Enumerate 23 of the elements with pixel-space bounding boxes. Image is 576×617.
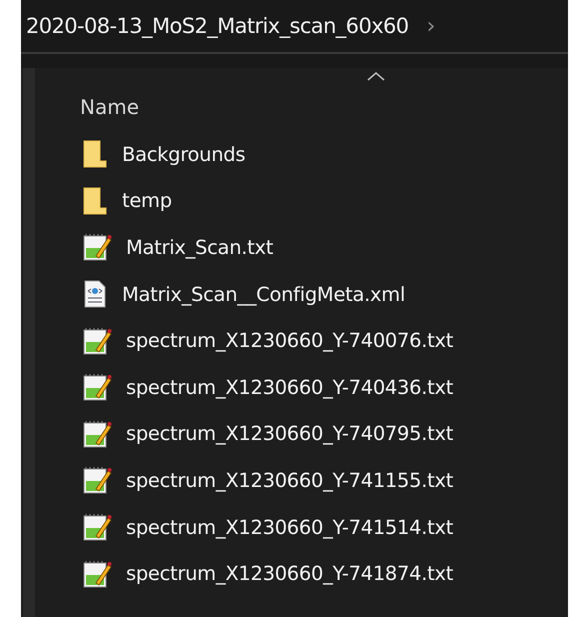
file-name[interactable]: spectrum_X1230660_Y-741514.txt [126, 516, 454, 539]
notepad-icon [82, 232, 112, 262]
file-name[interactable]: spectrum_X1230660_Y-741874.txt [126, 562, 454, 586]
folder-icon [82, 186, 108, 216]
file-name[interactable]: spectrum_X1230660_Y-741155.txt [126, 468, 454, 492]
column-header[interactable]: Name [80, 95, 140, 119]
notepad-icon [82, 558, 112, 589]
file-name[interactable]: spectrum_X1230660_Y-740795.txt [126, 422, 454, 446]
document-icon [82, 279, 108, 310]
file-name[interactable]: spectrum_X1230660_Y-740076.txt [126, 329, 454, 352]
notepad-icon [82, 418, 112, 449]
breadcrumb-folder[interactable]: 2020-08-13_MoS2_Matrix_scan_60x60 [26, 14, 409, 38]
file-name[interactable]: Matrix_Scan__ConfigMeta.xml [122, 282, 406, 306]
notepad-icon [82, 465, 112, 496]
notepad-icon [82, 512, 112, 542]
breadcrumb-separator[interactable]: › [426, 14, 436, 38]
file-name[interactable]: Matrix_Scan.txt [126, 236, 274, 259]
notepad-icon [82, 372, 112, 402]
file-name[interactable]: Backgrounds [122, 142, 246, 166]
notepad-icon [82, 326, 112, 356]
folder-icon [82, 139, 108, 170]
file-name[interactable]: temp [122, 189, 172, 212]
file-name[interactable]: spectrum_X1230660_Y-740436.txt [126, 376, 454, 399]
